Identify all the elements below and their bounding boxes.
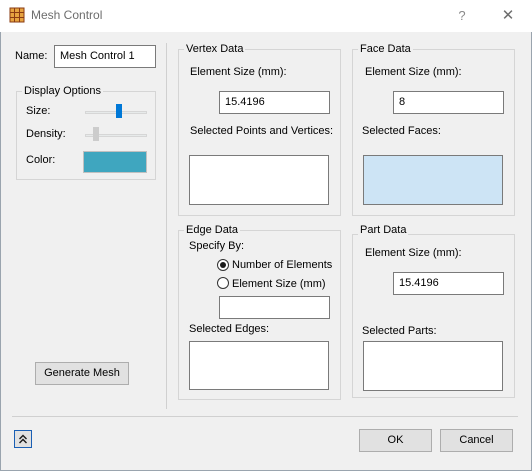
part-selection-list[interactable] [363,341,503,391]
vertex-element-size-input[interactable]: 15.4196 [219,91,330,114]
vertex-data-title: Vertex Data [184,43,246,55]
part-selected-label: Selected Parts: [362,325,437,337]
double-chevron-up-icon [19,434,27,444]
face-element-size-input[interactable]: 8 [393,91,504,114]
edge-selected-label: Selected Edges: [189,323,270,335]
display-options-title: Display Options [22,85,104,97]
radio-number-of-elements-label[interactable]: Number of Elements [232,259,332,271]
size-slider-thumb[interactable] [115,104,122,118]
cancel-button[interactable]: Cancel [440,429,513,452]
part-element-size-label: Element Size (mm): [365,247,462,259]
density-label: Density: [26,128,66,140]
name-label: Name: [15,50,48,62]
face-selected-label: Selected Faces: [362,125,441,137]
window-title: Mesh Control [31,8,103,22]
color-label: Color: [26,154,56,166]
part-element-size-input[interactable]: 15.4196 [393,272,504,295]
help-button[interactable]: ? [452,6,472,26]
radio-element-size-label[interactable]: Element Size (mm) [232,278,326,290]
size-label: Size: [26,105,51,117]
specify-by-label: Specify By: [189,240,245,252]
radio-number-of-elements[interactable] [217,259,229,271]
edge-data-title: Edge Data [184,224,240,236]
density-slider-thumb[interactable] [93,127,100,141]
edge-selection-list[interactable] [189,341,329,390]
vertex-selected-label: Selected Points and Vertices: [190,125,334,137]
ok-button[interactable]: OK [359,429,432,452]
edge-value-input[interactable] [219,296,330,319]
generate-mesh-button[interactable]: Generate Mesh [35,362,129,385]
radio-element-size[interactable] [217,277,229,289]
face-data-title: Face Data [358,43,413,55]
face-element-size-label: Element Size (mm): [365,66,462,78]
part-data-title: Part Data [358,224,409,236]
face-selection-list[interactable] [363,155,503,205]
color-swatch[interactable] [83,151,147,173]
vertex-element-size-label: Element Size (mm): [190,66,287,78]
close-button[interactable]: ✕ [496,6,520,26]
vertex-selection-list[interactable] [189,155,329,205]
expand-button[interactable] [14,430,32,448]
mesh-grid-icon [9,7,25,23]
radio-selected-dot [220,262,226,268]
vertical-separator [166,43,167,409]
name-input[interactable]: Mesh Control 1 [54,45,156,68]
footer-separator [12,416,518,417]
